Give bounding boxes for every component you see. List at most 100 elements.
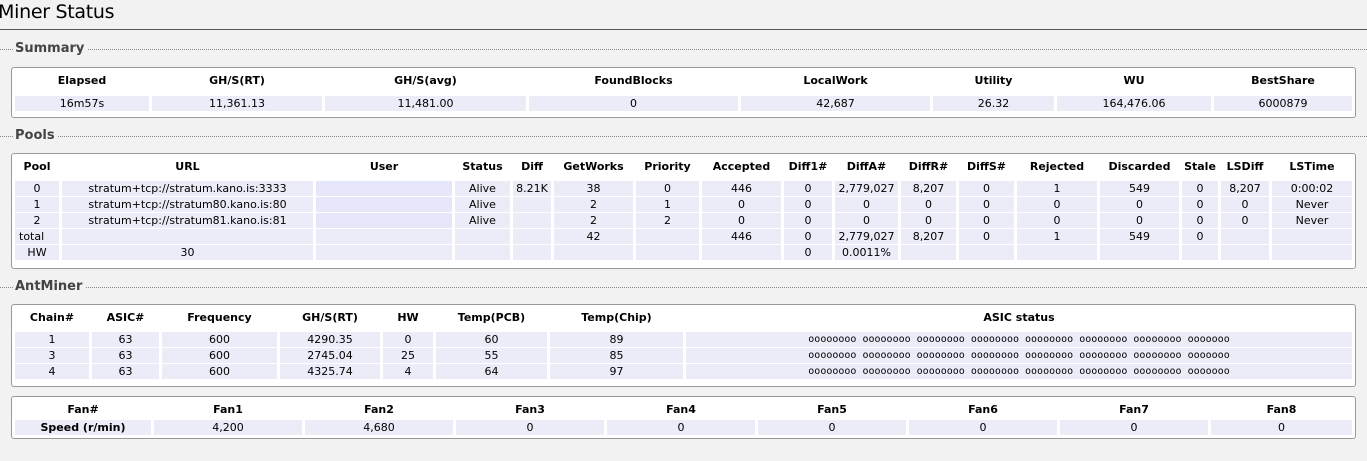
fans-header: Fan1 <box>213 402 243 416</box>
pools-header: DiffR# <box>908 159 949 173</box>
pool-hw-diffa: 0.0011% <box>835 245 898 260</box>
pools-header: Diff <box>521 159 543 173</box>
chain-cell: 60 <box>436 332 547 347</box>
pool-cell: 0 <box>1182 197 1218 212</box>
chain-asic-status: oooooooo oooooooo oooooooo oooooooo oooo… <box>686 332 1352 347</box>
fan-speed: 0 <box>1060 420 1208 435</box>
pool-row: 0 stratum+tcp://stratum.kano.is:3333 Ali… <box>15 181 1352 196</box>
pool-cell <box>1221 229 1269 244</box>
fans-header: Fan7 <box>1119 402 1149 416</box>
pool-cell: 8,207 <box>901 181 956 196</box>
pool-cell: 0 <box>959 197 1014 212</box>
pools-header: Diff1# <box>788 159 828 173</box>
pool-user <box>316 181 452 196</box>
summary-header-utility: Utility <box>974 73 1013 87</box>
page-title: Miner Status <box>0 1 115 23</box>
summary-panel: Elapsed GH/S(RT) GH/S(avg) FoundBlocks L… <box>11 67 1356 118</box>
fans-speed-label: Speed (r/min) <box>15 420 151 435</box>
chain-cell: 63 <box>92 332 159 347</box>
pool-cell: 0 <box>835 213 898 228</box>
pool-status: Alive <box>455 213 510 228</box>
fans-header: Fan5 <box>817 402 847 416</box>
pool-cell <box>455 229 510 244</box>
chain-cell: 55 <box>436 348 547 363</box>
summary-value: 6000879 <box>1214 96 1352 111</box>
pool-cell: 446 <box>702 181 781 196</box>
pool-cell: 0 <box>1017 197 1097 212</box>
chain-cell: 89 <box>550 332 683 347</box>
fan-speed: 0 <box>909 420 1057 435</box>
fan-speed: 0 <box>456 420 604 435</box>
fan-speed: 4,200 <box>154 420 302 435</box>
pool-cell: 0 <box>901 213 956 228</box>
summary-header-ghs-rt: GH/S(RT) <box>209 73 265 87</box>
pool-cell <box>636 245 699 260</box>
pools-header: Accepted <box>712 159 771 173</box>
chain-cell: 4 <box>15 364 89 379</box>
chain-cell: 600 <box>162 348 277 363</box>
pools-header: DiffA# <box>846 159 887 173</box>
summary-value: 42,687 <box>741 96 930 111</box>
pool-cell: 0 <box>959 213 1014 228</box>
pool-cell <box>316 245 452 260</box>
summary-value: 11,361.13 <box>152 96 322 111</box>
chains-header: Temp(Chip) <box>581 310 652 324</box>
pool-cell: 0 <box>636 181 699 196</box>
summary-value: 164,476.06 <box>1057 96 1211 111</box>
pool-cell <box>62 229 313 244</box>
pool-cell <box>513 229 551 244</box>
pool-cell <box>636 229 699 244</box>
chain-row: 4 63 600 4325.74 4 64 97 oooooooo oooooo… <box>15 364 1352 379</box>
pool-cell: 0 <box>1221 197 1269 212</box>
chains-header: ASIC status <box>983 310 1055 324</box>
fan-speed: 4,680 <box>305 420 453 435</box>
pool-hw-value: 30 <box>62 245 313 260</box>
chain-asic-status: oooooooo oooooooo oooooooo oooooooo oooo… <box>686 348 1352 363</box>
pool-row: 2 stratum+tcp://stratum81.kano.is:81 Ali… <box>15 213 1352 228</box>
summary-table: Elapsed GH/S(RT) GH/S(avg) FoundBlocks L… <box>12 69 1355 112</box>
pool-cell: 0 <box>784 181 832 196</box>
chain-cell: 1 <box>15 332 89 347</box>
pool-cell: 2 <box>554 213 633 228</box>
summary-legend: Summary <box>13 41 88 57</box>
chain-cell: 4325.74 <box>280 364 380 379</box>
pool-cell: 2,779,027 <box>835 181 898 196</box>
pool-cell <box>316 229 452 244</box>
pool-row: 1 stratum+tcp://stratum80.kano.is:80 Ali… <box>15 197 1352 212</box>
pool-url: stratum+tcp://stratum81.kano.is:81 <box>62 213 313 228</box>
pools-header: LSDiff <box>1226 159 1264 173</box>
summary-header-elapsed: Elapsed <box>57 73 107 87</box>
pool-cell <box>1221 245 1269 260</box>
chain-cell: 25 <box>383 348 433 363</box>
title-divider <box>0 29 1367 30</box>
pools-header: URL <box>175 159 200 173</box>
pools-panel: Pool URL User Status Diff GetWorks Prior… <box>11 153 1356 269</box>
pool-cell: 446 <box>702 229 781 244</box>
chains-header: ASIC# <box>106 310 145 324</box>
pool-cell: 1 <box>636 197 699 212</box>
summary-value: 16m57s <box>15 96 149 111</box>
antminer-legend: AntMiner <box>13 279 86 295</box>
chains-header: GH/S(RT) <box>302 310 358 324</box>
fans-header: Fan6 <box>968 402 998 416</box>
pool-cell: 0 <box>702 197 781 212</box>
pool-cell: 549 <box>1100 229 1179 244</box>
chains-header: HW <box>397 310 419 324</box>
summary-header-foundblocks: FoundBlocks <box>594 73 673 87</box>
pool-status: Alive <box>455 197 510 212</box>
chain-cell: 85 <box>550 348 683 363</box>
fans-table: Fan# Fan1 Fan2 Fan3 Fan4 Fan5 Fan6 Fan7 … <box>12 398 1355 436</box>
pool-cell: 42 <box>554 229 633 244</box>
chain-cell: 97 <box>550 364 683 379</box>
pool-cell: 0 <box>1017 213 1097 228</box>
pools-table: Pool URL User Status Diff GetWorks Prior… <box>12 155 1355 261</box>
pool-cell: 0 <box>15 181 59 196</box>
pool-cell: Never <box>1272 197 1352 212</box>
chain-cell: 63 <box>92 348 159 363</box>
pool-cell: 2 <box>15 213 59 228</box>
fan-speed: 0 <box>1211 420 1352 435</box>
chain-row: 1 63 600 4290.35 0 60 89 oooooooo oooooo… <box>15 332 1352 347</box>
summary-values-row: 16m57s 11,361.13 11,481.00 0 42,687 26.3… <box>15 96 1352 111</box>
pools-header: Rejected <box>1029 159 1085 173</box>
pool-cell: 1 <box>1017 229 1097 244</box>
